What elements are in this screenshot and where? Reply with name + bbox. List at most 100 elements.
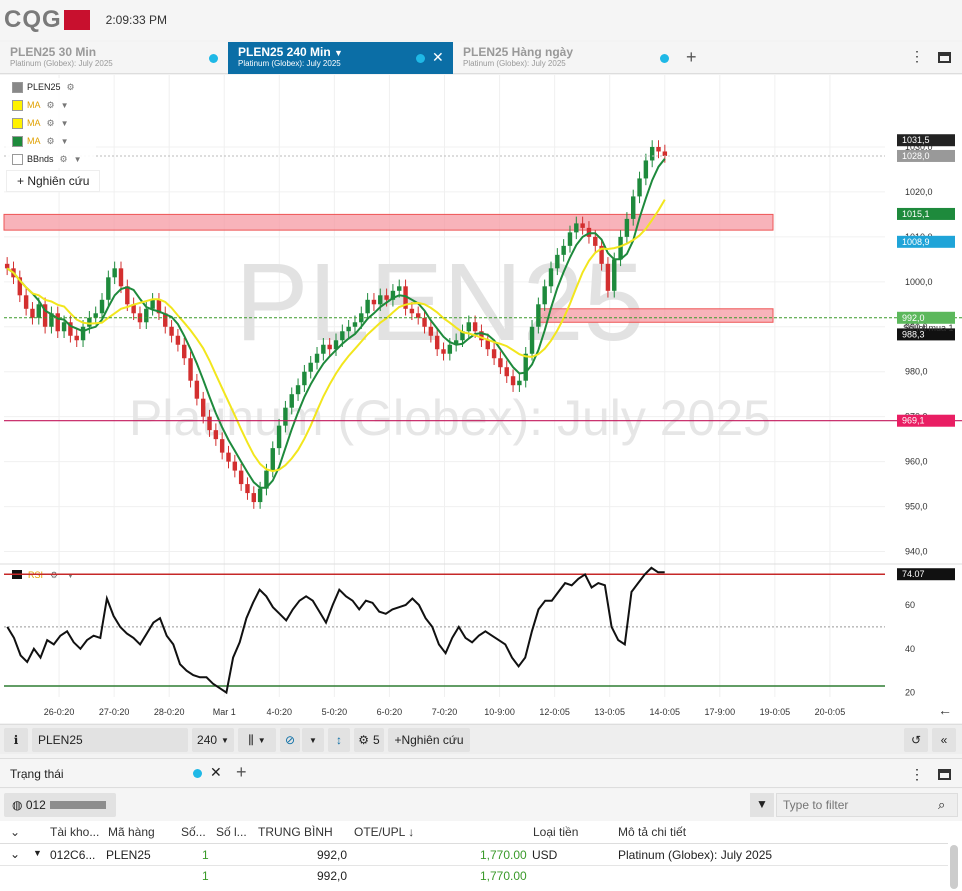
col-header-description[interactable]: Mô tả chi tiết	[618, 825, 686, 839]
col-header-currency[interactable]: Loại tiền	[533, 825, 578, 839]
collapse-icon[interactable]: «	[932, 728, 956, 752]
legend-ma3[interactable]: MA ⚙ ▼	[6, 132, 96, 150]
candle	[472, 322, 478, 332]
maximize-icon[interactable]	[938, 769, 951, 780]
gear-icon[interactable]: ⚙	[47, 118, 55, 129]
candle	[194, 380, 200, 399]
account-selector[interactable]: ◍ 012	[4, 793, 116, 817]
add-tab-icon[interactable]: +	[236, 762, 247, 783]
undo-icon[interactable]: ↺	[904, 728, 928, 752]
research-button[interactable]: + Nghiên cứu	[6, 170, 101, 192]
tab-240min[interactable]: PLEN25 240 Min ▼ Platinum (Globex): July…	[228, 42, 453, 74]
symbol-input[interactable]: PLEN25	[32, 728, 188, 752]
filter-icon[interactable]: ▼	[750, 793, 774, 817]
candle	[188, 358, 193, 381]
col-header-ote[interactable]: OTE/UPL ↓	[354, 825, 414, 839]
candle	[637, 178, 642, 197]
candle	[55, 313, 60, 332]
price-label: 1015,1	[902, 209, 930, 219]
candle	[548, 268, 554, 287]
expand-all-icon[interactable]: ⌄	[10, 825, 20, 839]
candle	[523, 353, 528, 381]
filter-input[interactable]	[776, 793, 958, 817]
candle	[662, 151, 668, 156]
filter-bar: ◍ 012 ▼ ⌕	[0, 789, 962, 821]
search-icon: ⌕	[938, 797, 946, 812]
rsi-line	[6, 566, 665, 695]
globe-icon: ◍	[12, 798, 26, 812]
position-qty-label: Số lot mua 1	[903, 323, 954, 333]
add-tab-icon[interactable]: +	[686, 47, 697, 68]
candle	[529, 326, 535, 354]
hide-menu-button[interactable]: ▼	[302, 728, 324, 752]
candle	[295, 385, 301, 395]
table-scrollbar[interactable]	[950, 845, 958, 889]
close-icon[interactable]: ✕	[432, 49, 444, 66]
candle	[118, 268, 124, 287]
legend-bbands[interactable]: BBnds ⚙ ▼	[6, 150, 96, 168]
tab-30min[interactable]: PLEN25 30 Min Platinum (Globex): July 20…	[0, 42, 228, 74]
y-tick-label: 960,0	[905, 457, 928, 467]
x-tick-label: 27-0:20	[99, 707, 130, 717]
col-header-symbol[interactable]: Mã hàng	[108, 825, 155, 839]
hide-icon[interactable]: ⊘	[280, 728, 300, 752]
legend-ma2[interactable]: MA ⚙ ▼	[6, 114, 96, 132]
tab-subtitle: Platinum (Globex): July 2025	[463, 59, 566, 68]
gear-icon[interactable]: ⚙	[67, 82, 75, 93]
tab-daily[interactable]: PLEN25 Hàng ngày Platinum (Globex): July…	[453, 42, 681, 74]
row-expand-icon[interactable]: ⌄	[10, 847, 20, 861]
gear-icon[interactable]: ⚙	[47, 100, 55, 111]
row-caret-icon[interactable]: ▼	[33, 848, 42, 858]
scale-icon[interactable]: ↕	[328, 728, 350, 752]
chart-panel[interactable]: 26-0:20 27-0:20 28-0:20 Mar 1 4-0:20 5-0:20 6-…	[0, 75, 962, 723]
chevron-down-icon[interactable]: ▼	[61, 119, 69, 128]
app-window: CQG 2:09:33 PM PLEN25 30 Min Platinum (G…	[0, 0, 962, 891]
x-tick-label: 13-0:05	[594, 707, 625, 717]
candle	[74, 335, 79, 341]
candle	[504, 367, 509, 377]
link-dot-icon	[193, 769, 202, 778]
chevron-down-icon[interactable]: ▼	[61, 101, 69, 110]
link-dot-icon	[660, 54, 669, 63]
chevron-down-icon[interactable]: ▼	[334, 48, 343, 58]
col-header-average[interactable]: TRUNG BÌNH	[258, 825, 333, 839]
gear-icon[interactable]: ⚙	[47, 136, 55, 147]
status-title[interactable]: Trạng thái	[10, 767, 64, 781]
more-menu-icon[interactable]: ⋮	[910, 766, 924, 783]
candle	[340, 331, 345, 341]
status-panel-header: Trạng thái ✕ + ⋮	[0, 758, 962, 788]
candle	[612, 259, 617, 291]
close-icon[interactable]: ✕	[210, 764, 222, 781]
col-header-account[interactable]: Tài kho...	[50, 825, 99, 839]
more-menu-icon[interactable]: ⋮	[910, 48, 924, 65]
chart-type-select[interactable]: ⫼ ▼	[238, 728, 276, 752]
candle	[175, 335, 181, 345]
candle	[555, 254, 560, 269]
interval-select[interactable]: 240 ▼	[192, 728, 234, 752]
x-tick-label: 20-0:05	[815, 707, 846, 717]
legend-ma1[interactable]: MA ⚙ ▼	[6, 96, 96, 114]
studies-button[interactable]: ⚙ 5	[354, 728, 384, 752]
col-header-lots[interactable]: Số l...	[216, 825, 247, 839]
price-chart[interactable]: 26-0:20 27-0:20 28-0:20 Mar 1 4-0:20 5-0:20 6-…	[0, 75, 962, 723]
sort-down-icon: ↓	[408, 825, 415, 839]
candle	[270, 448, 275, 471]
candle	[656, 146, 661, 152]
account-label: 012	[25, 798, 46, 812]
candle	[605, 263, 611, 291]
gear-icon[interactable]: ⚙	[60, 154, 68, 165]
research-toolbar-button[interactable]: + Nghiên cứu	[388, 728, 470, 752]
info-icon[interactable]: ℹ	[4, 728, 28, 752]
chevron-down-icon[interactable]: ▼	[61, 137, 69, 146]
link-dot-icon	[416, 54, 425, 63]
logo-mark-icon	[63, 10, 90, 30]
col-header-qty[interactable]: Số...	[181, 825, 206, 839]
tab-title: PLEN25 30 Min	[10, 45, 97, 59]
candle	[182, 344, 187, 359]
row-divider	[0, 865, 948, 866]
gear-icon: ⚙	[358, 733, 370, 747]
chevron-down-icon[interactable]: ▼	[74, 155, 82, 164]
maximize-icon[interactable]	[938, 52, 951, 63]
legend-symbol[interactable]: PLEN25 ⚙	[6, 78, 96, 96]
candle	[112, 268, 117, 278]
